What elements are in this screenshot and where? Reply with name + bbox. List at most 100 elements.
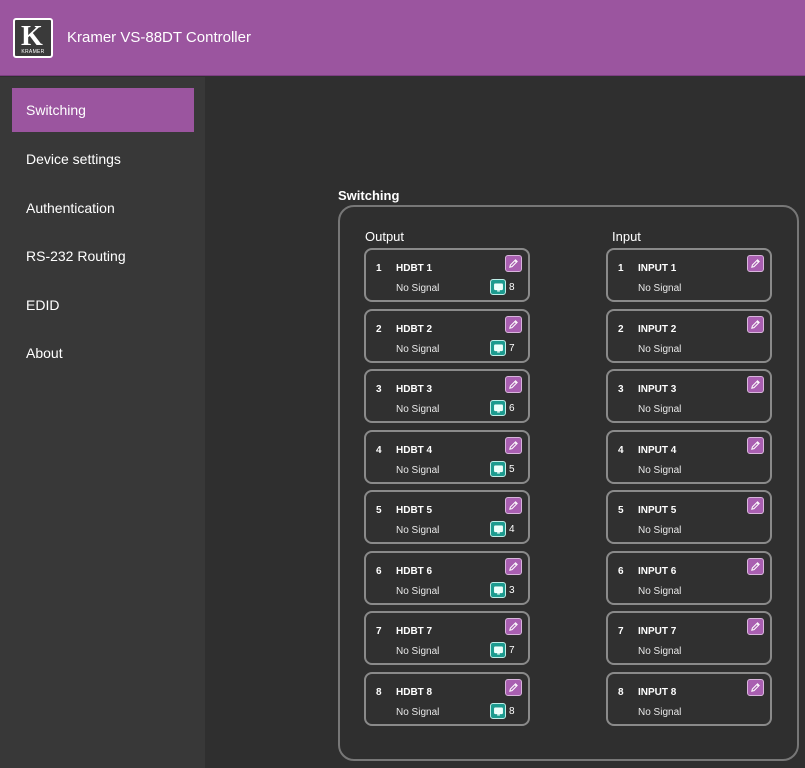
pencil-icon[interactable]	[505, 255, 522, 272]
route-selector[interactable]: 3	[490, 582, 515, 598]
signal-status: No Signal	[638, 465, 682, 476]
input-name: INPUT 6	[638, 566, 677, 577]
signal-status: No Signal	[396, 586, 440, 597]
output-number: 2	[376, 324, 382, 335]
kramer-logo: K KRAMER	[13, 17, 53, 58]
signal-status: No Signal	[638, 283, 682, 294]
pencil-icon[interactable]	[747, 437, 764, 454]
output-name: HDBT 1	[396, 263, 433, 274]
pencil-icon[interactable]	[747, 558, 764, 575]
output-card[interactable]: 6 HDBT 6 No Signal 3	[364, 551, 530, 605]
pencil-icon[interactable]	[747, 316, 764, 333]
monitor-icon[interactable]	[490, 400, 506, 416]
sidebar-item-edid[interactable]: EDID	[12, 283, 194, 327]
output-card[interactable]: 7 HDBT 7 No Signal 7	[364, 611, 530, 665]
input-number: 8	[618, 687, 624, 698]
output-number: 4	[376, 445, 382, 456]
pencil-icon[interactable]	[505, 376, 522, 393]
sidebar-item-switching[interactable]: Switching	[12, 88, 194, 132]
pencil-icon[interactable]	[747, 679, 764, 696]
input-number: 6	[618, 566, 624, 577]
route-selector[interactable]: 8	[490, 703, 515, 719]
input-number: 4	[618, 445, 624, 456]
output-card[interactable]: 5 HDBT 5 No Signal 4	[364, 490, 530, 544]
monitor-icon[interactable]	[490, 642, 506, 658]
input-card[interactable]: 4 INPUT 4 No Signal	[606, 430, 772, 484]
signal-status: No Signal	[396, 344, 440, 355]
signal-status: No Signal	[396, 525, 440, 536]
route-selector[interactable]: 8	[490, 279, 515, 295]
signal-status: No Signal	[638, 525, 682, 536]
main-content: Switching Output Input 1 HDBT 1 No Signal 8…	[205, 77, 805, 768]
pencil-icon[interactable]	[505, 437, 522, 454]
input-name: INPUT 3	[638, 384, 677, 395]
output-name: HDBT 4	[396, 445, 433, 456]
output-card[interactable]: 4 HDBT 4 No Signal 5	[364, 430, 530, 484]
input-name: INPUT 1	[638, 263, 677, 274]
output-name: HDBT 6	[396, 566, 433, 577]
pencil-icon[interactable]	[505, 497, 522, 514]
pencil-icon[interactable]	[747, 255, 764, 272]
input-column-title: Input	[612, 229, 641, 244]
input-name: INPUT 7	[638, 626, 677, 637]
route-selector[interactable]: 7	[490, 642, 515, 658]
input-name: INPUT 5	[638, 505, 677, 516]
monitor-icon[interactable]	[490, 521, 506, 537]
routed-input-number: 5	[509, 463, 515, 475]
input-name: INPUT 2	[638, 324, 677, 335]
output-card[interactable]: 3 HDBT 3 No Signal 6	[364, 369, 530, 423]
output-card[interactable]: 8 HDBT 8 No Signal 8	[364, 672, 530, 726]
output-column-title: Output	[365, 229, 405, 244]
monitor-icon[interactable]	[490, 461, 506, 477]
input-card[interactable]: 6 INPUT 6 No Signal	[606, 551, 772, 605]
sidebar: Switching Device settings Authentication…	[0, 77, 205, 768]
pencil-icon[interactable]	[747, 497, 764, 514]
signal-status: No Signal	[396, 707, 440, 718]
input-card[interactable]: 8 INPUT 8 No Signal	[606, 672, 772, 726]
routed-input-number: 3	[509, 584, 515, 596]
input-card[interactable]: 1 INPUT 1 No Signal	[606, 248, 772, 302]
output-number: 3	[376, 384, 382, 395]
pencil-icon[interactable]	[505, 618, 522, 635]
input-card[interactable]: 2 INPUT 2 No Signal	[606, 309, 772, 363]
signal-status: No Signal	[638, 404, 682, 415]
signal-status: No Signal	[396, 283, 440, 294]
input-name: INPUT 4	[638, 445, 677, 456]
monitor-icon[interactable]	[490, 279, 506, 295]
pencil-icon[interactable]	[747, 618, 764, 635]
logo-letter: K	[21, 20, 43, 52]
monitor-icon[interactable]	[490, 582, 506, 598]
route-selector[interactable]: 6	[490, 400, 515, 416]
route-selector[interactable]: 4	[490, 521, 515, 537]
pencil-icon[interactable]	[505, 558, 522, 575]
pencil-icon[interactable]	[505, 679, 522, 696]
output-number: 8	[376, 687, 382, 698]
output-number: 6	[376, 566, 382, 577]
sidebar-item-rs232-routing[interactable]: RS-232 Routing	[12, 234, 194, 278]
pencil-icon[interactable]	[505, 316, 522, 333]
route-selector[interactable]: 7	[490, 340, 515, 356]
routed-input-number: 4	[509, 523, 515, 535]
routed-input-number: 8	[509, 281, 515, 293]
input-card[interactable]: 3 INPUT 3 No Signal	[606, 369, 772, 423]
input-card[interactable]: 5 INPUT 5 No Signal	[606, 490, 772, 544]
monitor-icon[interactable]	[490, 340, 506, 356]
output-name: HDBT 8	[396, 687, 433, 698]
output-name: HDBT 7	[396, 626, 433, 637]
signal-status: No Signal	[638, 344, 682, 355]
input-number: 7	[618, 626, 624, 637]
input-card[interactable]: 7 INPUT 7 No Signal	[606, 611, 772, 665]
pencil-icon[interactable]	[747, 376, 764, 393]
route-selector[interactable]: 5	[490, 461, 515, 477]
routed-input-number: 7	[509, 644, 515, 656]
sidebar-item-about[interactable]: About	[12, 331, 194, 375]
sidebar-item-authentication[interactable]: Authentication	[12, 186, 194, 230]
output-card[interactable]: 2 HDBT 2 No Signal 7	[364, 309, 530, 363]
signal-status: No Signal	[638, 586, 682, 597]
output-card[interactable]: 1 HDBT 1 No Signal 8	[364, 248, 530, 302]
sidebar-item-device-settings[interactable]: Device settings	[12, 137, 194, 181]
monitor-icon[interactable]	[490, 703, 506, 719]
routed-input-number: 7	[509, 342, 515, 354]
input-number: 5	[618, 505, 624, 516]
output-name: HDBT 3	[396, 384, 433, 395]
